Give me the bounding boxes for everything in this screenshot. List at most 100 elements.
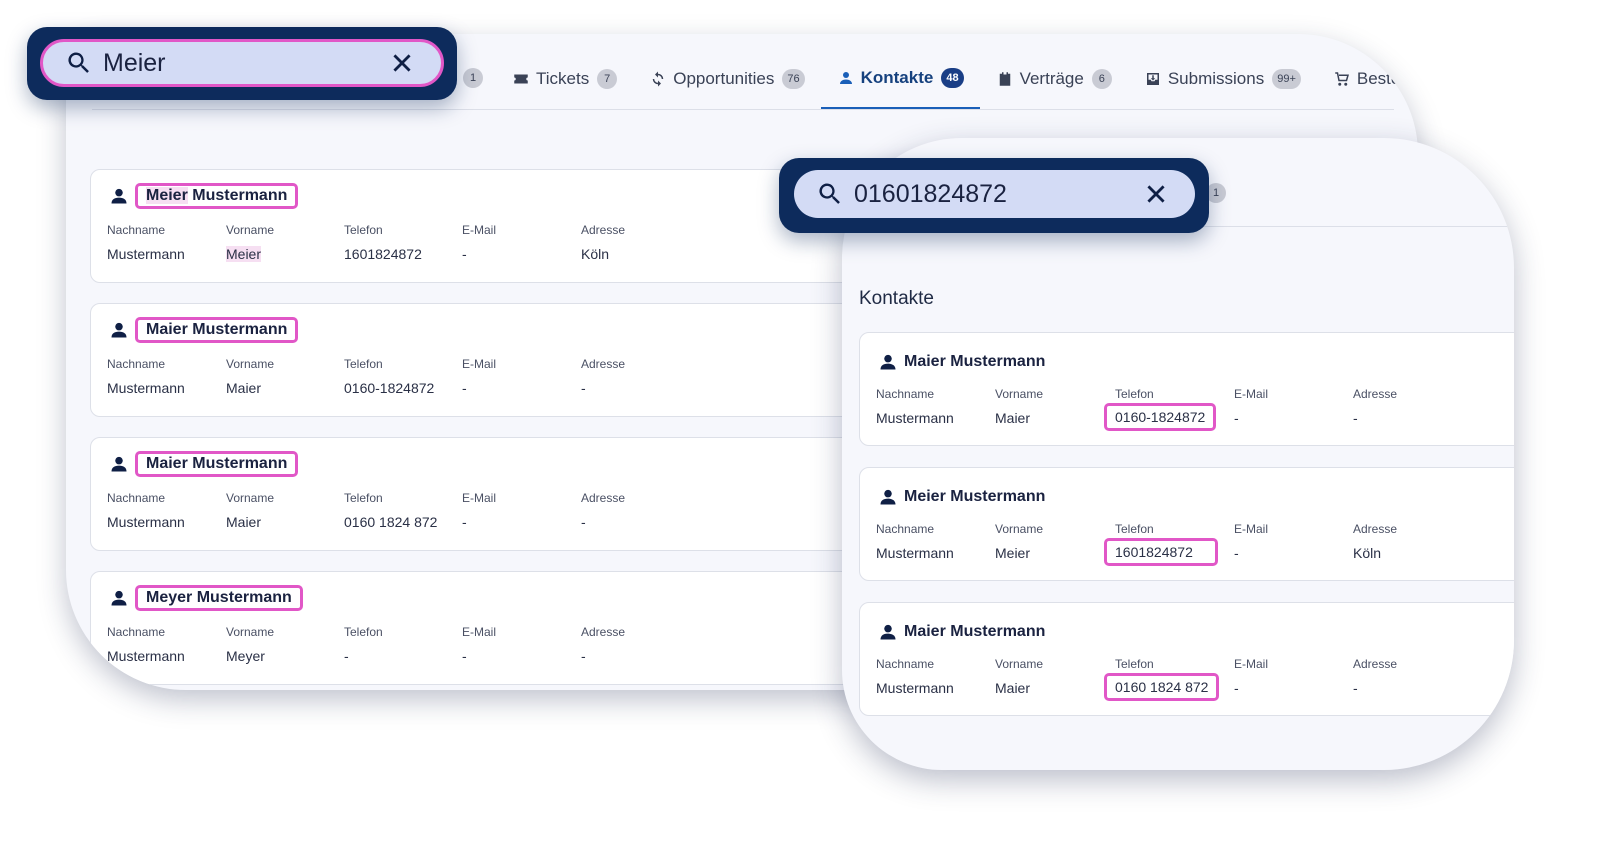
value-nachname: Mustermann xyxy=(107,514,185,530)
label-email: E-Mail xyxy=(462,357,497,371)
value-email: - xyxy=(1234,410,1239,426)
value-telefon: - xyxy=(344,648,349,664)
contact-name[interactable]: Maier Mustermann xyxy=(135,317,299,343)
value-telefon: 0160-1824872 xyxy=(1104,403,1217,431)
refresh-icon xyxy=(652,71,664,87)
value-vorname: Maier xyxy=(226,380,262,396)
label-vorname: Vorname xyxy=(226,357,275,371)
value-nachname: Mustermann xyxy=(876,545,954,561)
value-email: - xyxy=(462,380,467,396)
ticket-icon xyxy=(514,74,528,84)
contact-card[interactable]: Meier Mustermann Nachname Mustermann Vorn… xyxy=(859,467,1514,581)
side-count-badge: 1 xyxy=(1206,183,1226,203)
tab-opportunities[interactable]: Opportunities 76 xyxy=(633,48,820,110)
value-adresse: Köln xyxy=(581,246,610,262)
value-vorname: Maier xyxy=(226,514,262,530)
value-adresse: - xyxy=(1353,680,1358,696)
label-nachname: Nachname xyxy=(107,491,166,505)
close-icon xyxy=(393,54,411,72)
search-icon xyxy=(816,180,844,208)
label-vorname: Vorname xyxy=(226,625,275,639)
tab-label: Bestellun xyxy=(1356,69,1418,88)
contact-name[interactable]: Meier Mustermann xyxy=(135,183,299,209)
label-email: E-Mail xyxy=(462,223,497,237)
label-nachname: Nachname xyxy=(107,223,166,237)
contact-name[interactable]: Meier Mustermann xyxy=(904,488,1045,506)
tab-divider xyxy=(92,109,1394,110)
value-telefon: 0160-1824872 xyxy=(344,380,435,396)
value-nachname: Mustermann xyxy=(107,648,185,664)
tab-bar: Tickets 7 Opportunities 76 Kontakte 48 V… xyxy=(496,48,1418,110)
search-input[interactable] xyxy=(103,48,389,78)
value-adresse: Köln xyxy=(1353,545,1382,561)
search-pill-name[interactable] xyxy=(40,39,444,87)
cart-icon xyxy=(1335,72,1349,86)
value-vorname: Meyer xyxy=(226,648,265,664)
tab-count-badge: 99+ xyxy=(1272,69,1301,89)
label-adresse: Adresse xyxy=(1353,657,1398,671)
label-vorname: Vorname xyxy=(226,491,275,505)
contact-name[interactable]: Maier Mustermann xyxy=(904,353,1045,371)
label-vorname: Vorname xyxy=(995,522,1044,536)
person-icon xyxy=(111,590,127,606)
tab-label: Opportunities xyxy=(673,69,775,88)
value-email: - xyxy=(1234,680,1239,696)
label-nachname: Nachname xyxy=(876,522,935,536)
value-vorname: Maier xyxy=(995,680,1031,696)
contact-name[interactable]: Maier Mustermann xyxy=(135,451,299,477)
label-nachname: Nachname xyxy=(107,625,166,639)
tab-bestellungen[interactable]: Bestellun xyxy=(1317,48,1418,110)
clear-search-button[interactable] xyxy=(389,50,415,76)
value-vorname: Maier xyxy=(995,410,1031,426)
label-adresse: Adresse xyxy=(581,625,626,639)
label-vorname: Vorname xyxy=(995,657,1044,671)
tab-label: Verträge xyxy=(1019,69,1084,88)
contact-card[interactable]: Maier Mustermann Nachname Mustermann Vorn… xyxy=(859,332,1514,446)
contact-name[interactable]: Maier Mustermann xyxy=(904,623,1045,641)
label-adresse: Adresse xyxy=(1353,387,1398,401)
label-vorname: Vorname xyxy=(995,387,1044,401)
tab-submissions[interactable]: Submissions 99+ xyxy=(1128,48,1317,110)
label-adresse: Adresse xyxy=(581,223,626,237)
label-email: E-Mail xyxy=(1234,657,1269,671)
value-email: - xyxy=(462,648,467,664)
clipboard-icon xyxy=(999,72,1010,86)
value-nachname: Mustermann xyxy=(876,680,954,696)
clear-search-button[interactable] xyxy=(1143,181,1169,207)
label-adresse: Adresse xyxy=(1353,522,1398,536)
label-telefon: Telefon xyxy=(344,223,383,237)
person-icon xyxy=(880,489,896,505)
label-adresse: Adresse xyxy=(581,491,626,505)
value-adresse: - xyxy=(581,380,586,396)
label-telefon: Telefon xyxy=(1115,522,1154,536)
label-telefon: Telefon xyxy=(1115,387,1154,401)
tab-label: Kontakte xyxy=(860,67,934,87)
value-telefon: 1601824872 xyxy=(344,246,422,262)
tab-count-badge: 7 xyxy=(597,69,618,89)
contact-name[interactable]: Meyer Mustermann xyxy=(135,585,303,611)
tab-count-badge: 48 xyxy=(941,67,964,88)
section-title: Kontakte xyxy=(859,288,934,309)
value-adresse: - xyxy=(581,514,586,530)
value-telefon: 1601824872 xyxy=(1104,538,1218,566)
value-email: - xyxy=(462,514,467,530)
person-icon xyxy=(111,188,127,204)
value-nachname: Mustermann xyxy=(876,410,954,426)
person-icon xyxy=(880,354,896,370)
value-telefon: 0160 1824 872 xyxy=(344,514,438,530)
contact-card[interactable]: Maier Mustermann Nachname Mustermann Vorn… xyxy=(859,602,1514,716)
label-email: E-Mail xyxy=(1234,522,1269,536)
tab-kontakte[interactable]: Kontakte 48 xyxy=(820,48,980,110)
tab-tickets[interactable]: Tickets 7 xyxy=(496,48,633,110)
label-telefon: Telefon xyxy=(344,357,383,371)
search-input[interactable] xyxy=(854,179,1143,209)
value-nachname: Mustermann xyxy=(107,380,185,396)
search-pill-phone[interactable] xyxy=(794,170,1195,218)
tab-label: Tickets xyxy=(536,69,590,88)
label-telefon: Telefon xyxy=(344,491,383,505)
tab-vertraege[interactable]: Verträge 6 xyxy=(980,48,1128,110)
label-vorname: Vorname xyxy=(226,223,275,237)
person-icon xyxy=(839,71,852,84)
person-icon xyxy=(111,456,127,472)
tab-count-badge: 76 xyxy=(782,69,805,89)
